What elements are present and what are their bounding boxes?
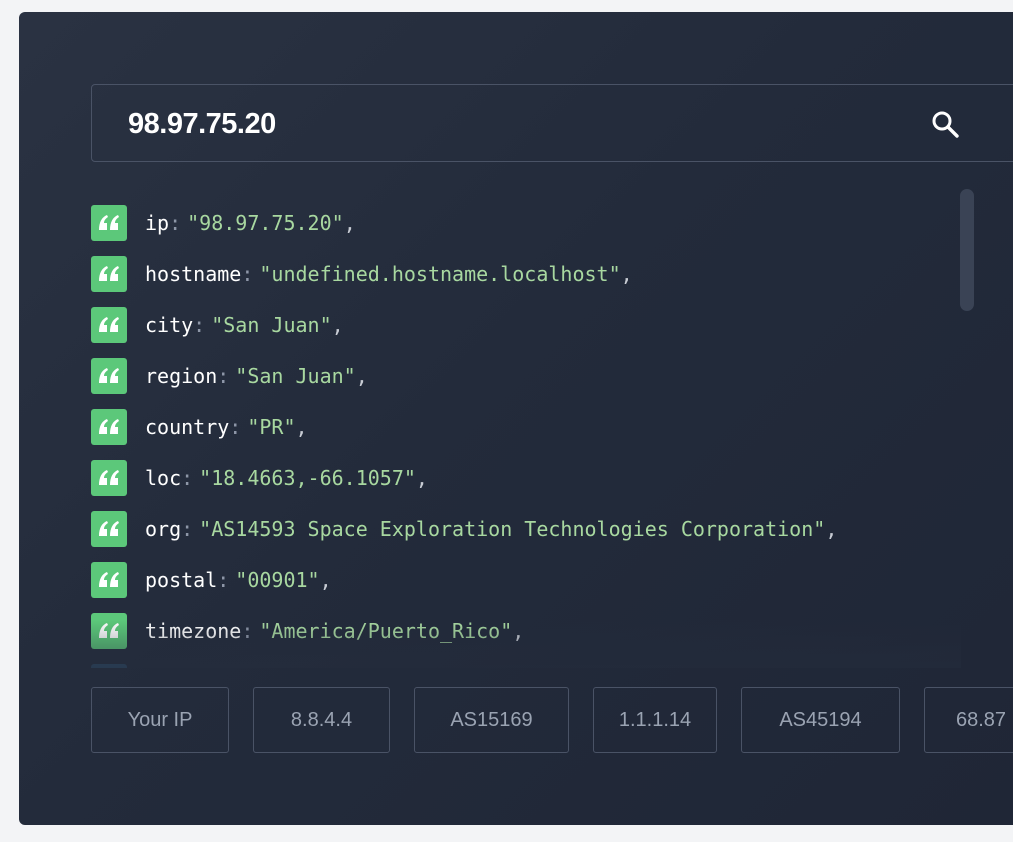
json-colon: :	[181, 517, 194, 541]
json-key: loc	[145, 466, 182, 490]
json-colon: :	[217, 364, 230, 388]
json-colon: :	[181, 466, 194, 490]
quote-icon	[91, 511, 127, 547]
quote-icon	[91, 409, 127, 445]
quote-icon	[91, 256, 127, 292]
quote-icon	[91, 358, 127, 394]
json-row-hostname: hostname: "undefined.hostname.localhost",	[91, 256, 951, 292]
json-row-region: region: "San Juan",	[91, 358, 951, 394]
json-row-postal: postal: "00901",	[91, 562, 951, 598]
json-row-timezone: timezone: "America/Puerto_Rico",	[91, 613, 951, 649]
chip-1-1-1-14[interactable]: 1.1.1.14	[593, 687, 717, 753]
json-value: "America/Puerto_Rico"	[259, 619, 513, 643]
object-icon	[91, 664, 127, 668]
json-comma: ,	[415, 466, 428, 490]
scrollbar-thumb[interactable]	[960, 189, 974, 311]
json-value: "AS14593 Space Exploration Technologies …	[199, 517, 826, 541]
json-colon: :	[229, 415, 242, 439]
json-row-org: org: "AS14593 Space Exploration Technolog…	[91, 511, 951, 547]
json-value: "00901"	[235, 568, 320, 592]
json-key: postal	[145, 568, 218, 592]
json-value: "undefined.hostname.localhost"	[259, 262, 621, 286]
json-row-country: country: "PR",	[91, 409, 951, 445]
json-colon: :	[241, 262, 254, 286]
json-comma: ,	[620, 262, 633, 286]
json-colon: :	[193, 313, 206, 337]
json-comma: ,	[319, 568, 332, 592]
json-key: ip	[145, 211, 170, 235]
json-comma: ,	[355, 364, 368, 388]
quote-icon	[91, 205, 127, 241]
json-row-partial	[91, 664, 951, 668]
json-colon: :	[241, 619, 254, 643]
json-key: org	[145, 517, 182, 541]
quote-icon	[91, 613, 127, 649]
quote-icon	[91, 562, 127, 598]
quote-icon	[91, 460, 127, 496]
json-colon: :	[217, 568, 230, 592]
chip-68-87[interactable]: 68.87	[924, 687, 1013, 753]
ip-lookup-panel: ip:"98.97.75.20", hostname:"undefined.ho…	[19, 12, 1013, 825]
chip-8-8-4-4[interactable]: 8.8.4.4	[253, 687, 390, 753]
json-row-loc: loc: "18.4663,-66.1057",	[91, 460, 951, 496]
json-result: ip: "98.97.75.20", hostname: "undefined.ho…	[91, 190, 961, 668]
quick-lookup-chips: Your IP 8.8.4.4 AS15169 1.1.1.14 AS45194…	[91, 687, 1013, 753]
json-row-ip: ip: "98.97.75.20",	[91, 205, 951, 241]
json-key: region	[145, 364, 218, 388]
json-colon: :	[169, 211, 182, 235]
json-comma: ,	[825, 517, 838, 541]
json-value: "San Juan"	[211, 313, 332, 337]
search-box	[91, 84, 1013, 162]
json-key: timezone	[145, 619, 242, 643]
ip-search-input[interactable]	[128, 105, 888, 143]
json-row-city: city: "San Juan",	[91, 307, 951, 343]
json-comma: ,	[331, 313, 344, 337]
json-key: country	[145, 415, 230, 439]
chip-as15169[interactable]: AS15169	[414, 687, 569, 753]
json-value: "98.97.75.20"	[187, 211, 344, 235]
json-value: "San Juan"	[235, 364, 356, 388]
json-comma: ,	[343, 211, 356, 235]
json-value: "PR"	[247, 415, 296, 439]
json-key: hostname	[145, 262, 242, 286]
chip-your-ip[interactable]: Your IP	[91, 687, 229, 753]
json-comma: ,	[295, 415, 308, 439]
quote-icon	[91, 307, 127, 343]
json-value: "18.4663,-66.1057"	[199, 466, 416, 490]
chip-as45194[interactable]: AS45194	[741, 687, 900, 753]
search-icon[interactable]	[930, 109, 960, 139]
json-comma: ,	[512, 619, 525, 643]
json-key: city	[145, 313, 194, 337]
